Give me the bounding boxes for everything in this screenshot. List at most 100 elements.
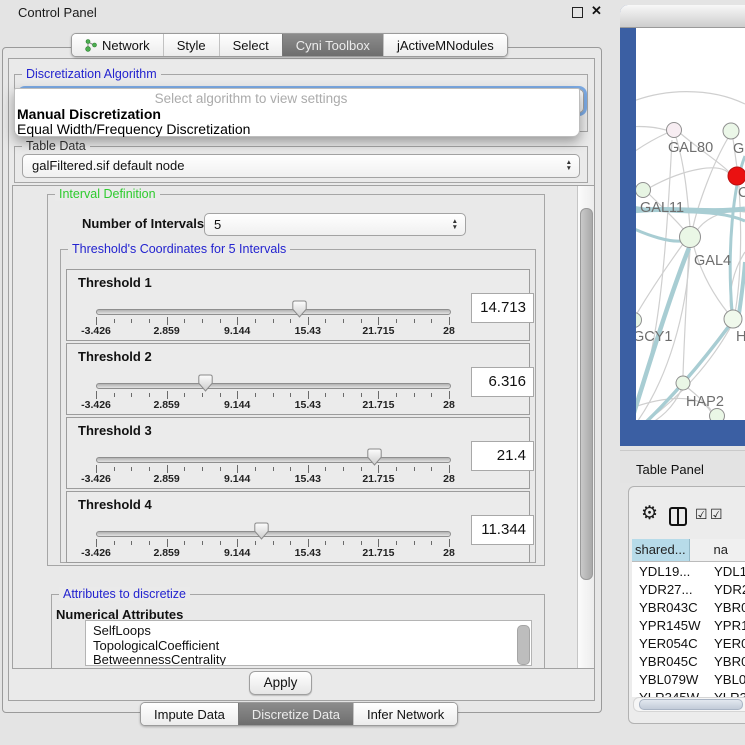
threshold-slider-track[interactable]	[96, 383, 451, 389]
number-of-intervals-combobox[interactable]: 5 ▲▼	[204, 213, 466, 236]
threshold-slider-thumb[interactable]	[367, 448, 383, 467]
cell-shared-name[interactable]: YPR145W	[632, 618, 709, 633]
tab-jactivemnodules[interactable]: jActiveMNodules	[383, 34, 507, 56]
apply-button[interactable]: Apply	[249, 671, 312, 695]
network-node[interactable]	[636, 313, 642, 328]
network-node[interactable]	[667, 123, 682, 138]
network-node[interactable]	[724, 310, 742, 328]
dropdown-item-manual-discretization[interactable]: Manual Discretization	[17, 106, 161, 122]
tab-cyni-toolbox[interactable]: Cyni Toolbox	[282, 34, 383, 56]
vertical-scrollbar[interactable]	[577, 186, 595, 668]
cell-name[interactable]: YER0	[709, 636, 745, 651]
table-row[interactable]: YPR145WYPR1	[632, 616, 745, 634]
cell-name[interactable]: YDL1	[709, 564, 745, 579]
cell-name[interactable]: YBL0	[709, 672, 745, 687]
horizontal-scrollbar-thumb[interactable]	[639, 699, 743, 710]
attribute-item[interactable]: TopologicalCoefficient	[86, 639, 531, 654]
network-edge[interactable]	[636, 140, 672, 420]
cell-name[interactable]: YLR3	[709, 690, 745, 697]
network-edge[interactable]	[649, 168, 729, 188]
tick-label: 9.144	[213, 547, 261, 559]
dropdown-item-equal-width-frequency[interactable]: Equal Width/Frequency Discretization	[17, 121, 250, 137]
threshold-value-field[interactable]: 14.713	[471, 293, 534, 323]
network-node[interactable]	[710, 409, 725, 421]
table-row[interactable]: YBL079WYBL0	[632, 671, 745, 689]
network-window-titlebar[interactable]	[620, 5, 745, 28]
attribute-item[interactable]: SelfLoops	[86, 624, 531, 639]
cell-shared-name[interactable]: YER054C	[632, 636, 709, 651]
cell-name[interactable]: YBR0	[709, 654, 745, 669]
table-data-combobox[interactable]: galFiltered.sif default node ▲▼	[22, 154, 580, 178]
network-edge[interactable]	[636, 127, 666, 130]
cell-shared-name[interactable]: YLR345W	[632, 690, 709, 697]
table-row[interactable]: YBR043CYBR0	[632, 598, 745, 616]
table-row[interactable]: YBR045CYBR0	[632, 652, 745, 670]
network-canvas[interactable]: GAL80G.GAL11CGAL4GCY1HHAP2	[636, 27, 745, 420]
column-layout-icon[interactable]	[669, 507, 687, 526]
threshold-value-field[interactable]: 6.316	[471, 367, 534, 397]
threshold-slider-track[interactable]	[96, 309, 451, 315]
numerical-attributes-list[interactable]: SelfLoopsTopologicalCoefficientBetweenne…	[85, 620, 532, 666]
threshold-slider-thumb[interactable]	[198, 374, 214, 393]
tick-mark	[414, 393, 415, 397]
tick-label: 21.715	[354, 399, 402, 411]
cell-shared-name[interactable]: YBR043C	[632, 600, 709, 615]
threshold-value-field[interactable]: 21.4	[471, 441, 534, 471]
dropdown-placeholder-item[interactable]: Select algorithm to view settings	[15, 91, 579, 106]
column-header-name[interactable]: na	[690, 539, 745, 561]
checkbox-icon[interactable]: ☑	[695, 506, 708, 523]
table-row[interactable]: YLR345WYLR3	[632, 689, 745, 697]
tick-mark	[449, 317, 450, 325]
cell-name[interactable]: YDR2	[709, 582, 745, 597]
threshold-coordinates-group: Threshold's Coordinates for 5 Intervals …	[60, 249, 536, 563]
table-row[interactable]: YDR27...YDR2	[632, 580, 745, 598]
cell-name[interactable]: YPR1	[709, 618, 745, 633]
tick-mark	[149, 319, 150, 323]
threshold-slider-track[interactable]	[96, 457, 451, 463]
tick-mark	[220, 319, 221, 323]
tab-discretize-data[interactable]: Discretize Data	[238, 703, 353, 725]
tab-impute-data[interactable]: Impute Data	[141, 703, 238, 725]
table-row[interactable]: YER054CYER0	[632, 634, 745, 652]
threshold-panel: Threshold 3 -3.4262.8599.14415.4321.7152…	[66, 417, 530, 489]
tick-label: 21.715	[354, 325, 402, 337]
float-window-icon[interactable]	[572, 7, 583, 18]
cell-shared-name[interactable]: YBR045C	[632, 654, 709, 669]
tick-mark	[237, 539, 238, 547]
attribute-item[interactable]: BetweennessCentrality	[86, 653, 531, 666]
threshold-slider-thumb[interactable]	[254, 522, 270, 541]
threshold-value-field[interactable]: 11.344	[471, 515, 534, 545]
node-label: HAP2	[686, 394, 724, 410]
gear-icon[interactable]: ⚙	[641, 502, 658, 525]
network-edge[interactable]	[636, 92, 745, 107]
threshold-slider-thumb[interactable]	[292, 300, 308, 319]
network-node[interactable]	[723, 123, 739, 139]
network-node[interactable]	[676, 376, 690, 390]
tick-mark	[114, 541, 115, 545]
node-table[interactable]: shared... na YDL19...YDL1YDR27...YDR2YBR…	[632, 539, 745, 697]
network-edge-highlighted[interactable]	[636, 222, 681, 241]
node-label: G.	[733, 141, 745, 157]
cell-shared-name[interactable]: YDL19...	[632, 564, 709, 579]
network-node[interactable]	[636, 183, 651, 198]
tab-network[interactable]: Network	[72, 34, 163, 56]
tab-select[interactable]: Select	[219, 34, 282, 56]
column-header-shared-name[interactable]: shared...	[632, 539, 690, 561]
cell-shared-name[interactable]: YBL079W	[632, 672, 709, 687]
cell-name[interactable]: YBR0	[709, 600, 745, 615]
network-edge[interactable]	[636, 133, 667, 162]
threshold-slider-track[interactable]	[96, 531, 451, 537]
checkbox-icon[interactable]: ☑	[710, 506, 723, 523]
network-node[interactable]	[680, 227, 701, 248]
network-node[interactable]	[728, 167, 745, 185]
table-row[interactable]: YDL19...YDL1	[632, 562, 745, 580]
tab-infer-network[interactable]: Infer Network	[353, 703, 457, 725]
horizontal-scrollbar[interactable]	[633, 697, 745, 712]
node-label: GAL80	[668, 140, 713, 156]
cell-shared-name[interactable]: YDR27...	[632, 582, 709, 597]
list-scrollbar-thumb[interactable]	[517, 625, 530, 665]
close-icon[interactable]: ✕	[591, 3, 602, 19]
tab-style[interactable]: Style	[163, 34, 219, 56]
vertical-scrollbar-thumb[interactable]	[580, 208, 593, 580]
tick-mark	[361, 467, 362, 471]
